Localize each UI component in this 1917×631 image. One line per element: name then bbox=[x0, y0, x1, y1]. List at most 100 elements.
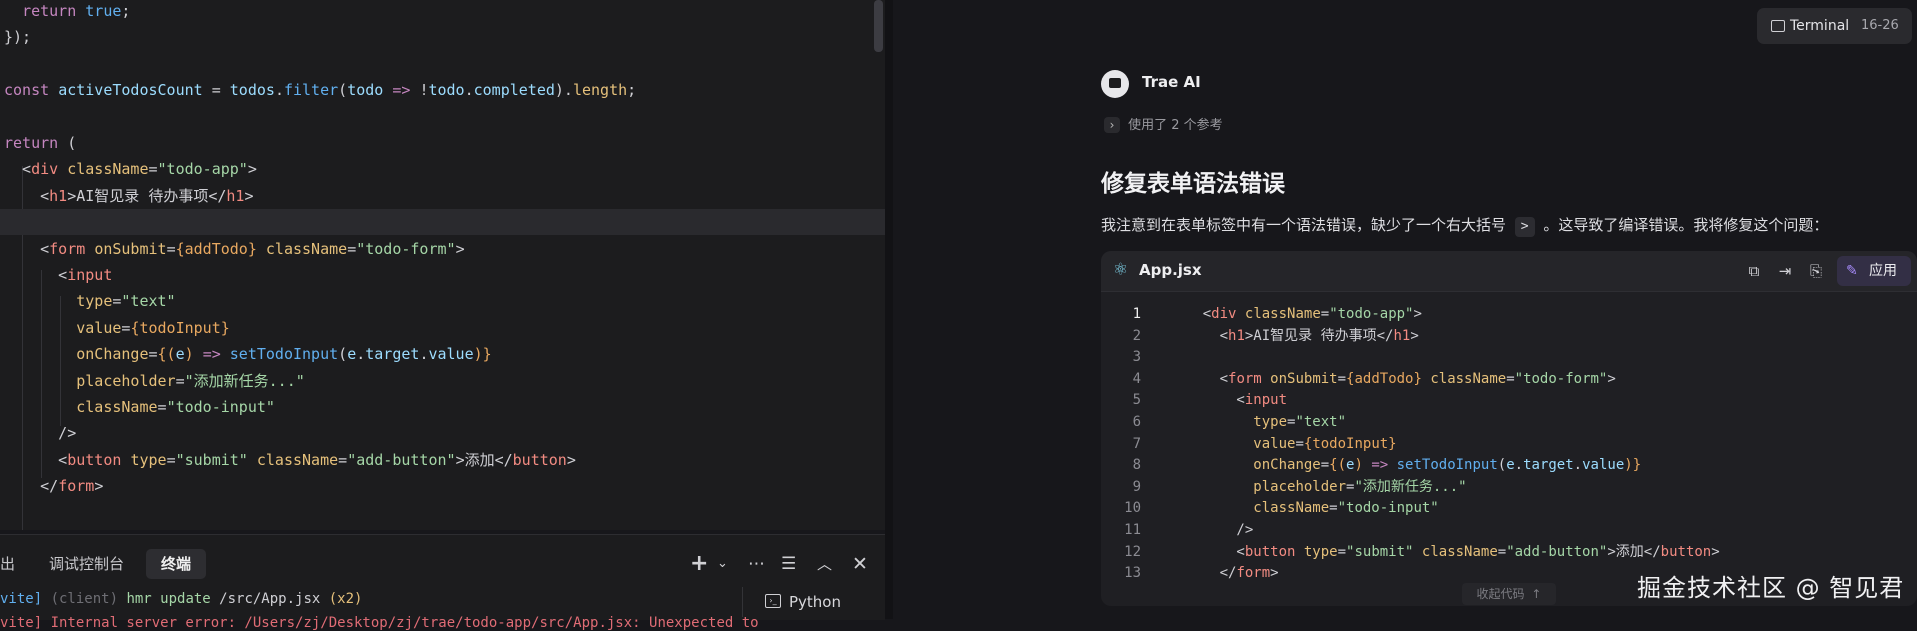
editor-line[interactable]: <h1>AI智见录 待办事项</h1> bbox=[0, 183, 885, 209]
code-token: vite] bbox=[0, 591, 51, 607]
new-file-icon[interactable]: ⎘ bbox=[1805, 260, 1827, 282]
code-token: target bbox=[365, 345, 420, 364]
code-token: onChange bbox=[1253, 457, 1321, 474]
line-number: 4 bbox=[1132, 370, 1141, 387]
sliders-icon[interactable]: ☰ bbox=[781, 549, 796, 579]
pane-divider[interactable] bbox=[885, 0, 893, 619]
editor-line[interactable] bbox=[0, 209, 885, 236]
editor-line[interactable]: }); bbox=[0, 24, 885, 50]
line-number: 13 bbox=[1124, 565, 1141, 582]
code-token: = bbox=[175, 371, 185, 390]
code-token: => bbox=[383, 81, 420, 100]
code-token: /src/App.jsx bbox=[219, 591, 329, 607]
code-token: ) bbox=[1354, 457, 1372, 474]
tab-terminal[interactable]: 终端 bbox=[146, 549, 207, 579]
code-token: completed bbox=[473, 81, 555, 100]
code-token: vite] Internal server error: /Users/zj/D… bbox=[0, 615, 759, 631]
code-token: = bbox=[1295, 435, 1304, 452]
close-icon[interactable]: ✕ bbox=[852, 549, 868, 579]
code-token: < bbox=[1169, 543, 1245, 560]
editor-line[interactable]: <div className="todo-app"> bbox=[0, 156, 885, 182]
line-number: 11 bbox=[1124, 522, 1141, 538]
editor-line[interactable]: <button type="submit" className="add-but… bbox=[0, 447, 885, 473]
code-token: . bbox=[1573, 457, 1583, 474]
code-token: ( bbox=[58, 134, 77, 152]
code-token: = bbox=[1506, 370, 1515, 387]
code-token: "text" bbox=[121, 292, 176, 311]
editor-line[interactable]: <input bbox=[0, 262, 885, 288]
more-icon[interactable]: ⋯ bbox=[748, 549, 765, 579]
code-token: type bbox=[130, 450, 167, 469]
trae-avatar bbox=[1101, 70, 1129, 98]
copy-icon[interactable]: ⧉ bbox=[1743, 260, 1765, 282]
references-toggle[interactable]: › 使用了 2 个参考 bbox=[1104, 114, 1223, 134]
tab-output[interactable]: 出 bbox=[0, 549, 15, 579]
editor-line[interactable] bbox=[0, 51, 885, 77]
code-token: > bbox=[244, 186, 254, 205]
tab-debug-console[interactable]: 调试控制台 bbox=[49, 549, 124, 579]
editor-line[interactable]: onChange={(e) => setTodoInput(e.target.v… bbox=[0, 341, 885, 367]
code-token: filter bbox=[283, 81, 339, 100]
line-number: 12 bbox=[1124, 543, 1141, 560]
code-token: {( bbox=[157, 345, 176, 364]
code-token: . bbox=[1514, 457, 1524, 474]
editor-line[interactable]: </form> bbox=[0, 473, 885, 499]
chevron-up-icon[interactable]: ︿ bbox=[817, 549, 832, 579]
apply-button[interactable]: ✎ 应用 bbox=[1837, 256, 1911, 286]
code-editor[interactable]: return true;}); const activeTodosCount = … bbox=[0, 0, 885, 530]
editor-line[interactable]: className="todo-input" bbox=[0, 394, 885, 420]
response-heading: 修复表单语法错误 bbox=[1101, 171, 1285, 197]
code-token: "todo-app" bbox=[1329, 306, 1414, 322]
editor-line[interactable]: value={todoInput} bbox=[0, 315, 885, 341]
code-token: > bbox=[455, 239, 465, 258]
collapse-code-button[interactable]: 收起代码 ↑ bbox=[1462, 583, 1556, 605]
editor-line[interactable]: type="text" bbox=[0, 288, 885, 314]
file-name: App.jsx bbox=[1139, 261, 1202, 279]
terminal-reference-chip[interactable]: Terminal 16-26 bbox=[1757, 8, 1912, 44]
insert-icon[interactable]: ⇥ bbox=[1774, 260, 1796, 282]
editor-line[interactable]: <form onSubmit={addTodo} className="todo… bbox=[0, 236, 885, 262]
code-token: div bbox=[1211, 306, 1237, 322]
code-token: {todoInput} bbox=[1303, 435, 1397, 452]
react-icon: ⚛ bbox=[1113, 260, 1129, 280]
code-token: )} bbox=[473, 345, 492, 364]
plus-icon[interactable]: + bbox=[690, 549, 708, 579]
editor-line[interactable]: const activeTodosCount = todos.filter(to… bbox=[0, 77, 885, 103]
terminal-icon bbox=[1771, 20, 1785, 32]
code-token: => bbox=[1371, 457, 1389, 474]
editor-scrollbar[interactable] bbox=[874, 0, 883, 52]
line-number: 10 bbox=[1124, 500, 1141, 517]
references-label: 使用了 2 个参考 bbox=[1128, 118, 1223, 133]
code-token: h1 bbox=[1228, 327, 1245, 344]
code-token: < bbox=[4, 186, 50, 205]
code-token: className bbox=[265, 239, 348, 258]
code-token: target bbox=[1523, 457, 1574, 474]
editor-line[interactable]: placeholder="添加新任务..." bbox=[0, 368, 885, 394]
code-line: <div className="todo-app"> bbox=[1169, 304, 1422, 325]
editor-line[interactable] bbox=[0, 104, 885, 130]
code-token: > bbox=[1270, 565, 1279, 582]
editor-line[interactable]: /> bbox=[0, 420, 885, 446]
bottom-panel: 出 调试控制台 终端 + ⌄ ⋯ ☰ ︿ ✕ vite] (client) hm… bbox=[0, 534, 885, 631]
code-token: placeholder bbox=[1253, 478, 1347, 495]
code-token: return bbox=[22, 2, 77, 20]
code-token: return bbox=[4, 134, 59, 152]
code-token: < bbox=[4, 239, 50, 258]
code-token: ; bbox=[627, 81, 637, 100]
line-number: 2 bbox=[1132, 327, 1141, 344]
code-line: type="text" bbox=[1169, 412, 1346, 433]
code-token: {( bbox=[1329, 457, 1347, 474]
terminal-tab-python[interactable]: ›_ Python bbox=[742, 587, 841, 617]
code-token: (x2) bbox=[328, 591, 363, 607]
code-token: < bbox=[1169, 370, 1229, 387]
paragraph-text-before: 我注意到在表单标签中有一个语法错误，缺少了一个右大括号 bbox=[1101, 216, 1507, 234]
editor-line[interactable]: return true; bbox=[0, 0, 885, 24]
chevron-down-icon[interactable]: ⌄ bbox=[717, 549, 728, 579]
code-token: setTodoInput bbox=[1396, 457, 1498, 474]
editor-line[interactable]: return ( bbox=[0, 130, 885, 156]
